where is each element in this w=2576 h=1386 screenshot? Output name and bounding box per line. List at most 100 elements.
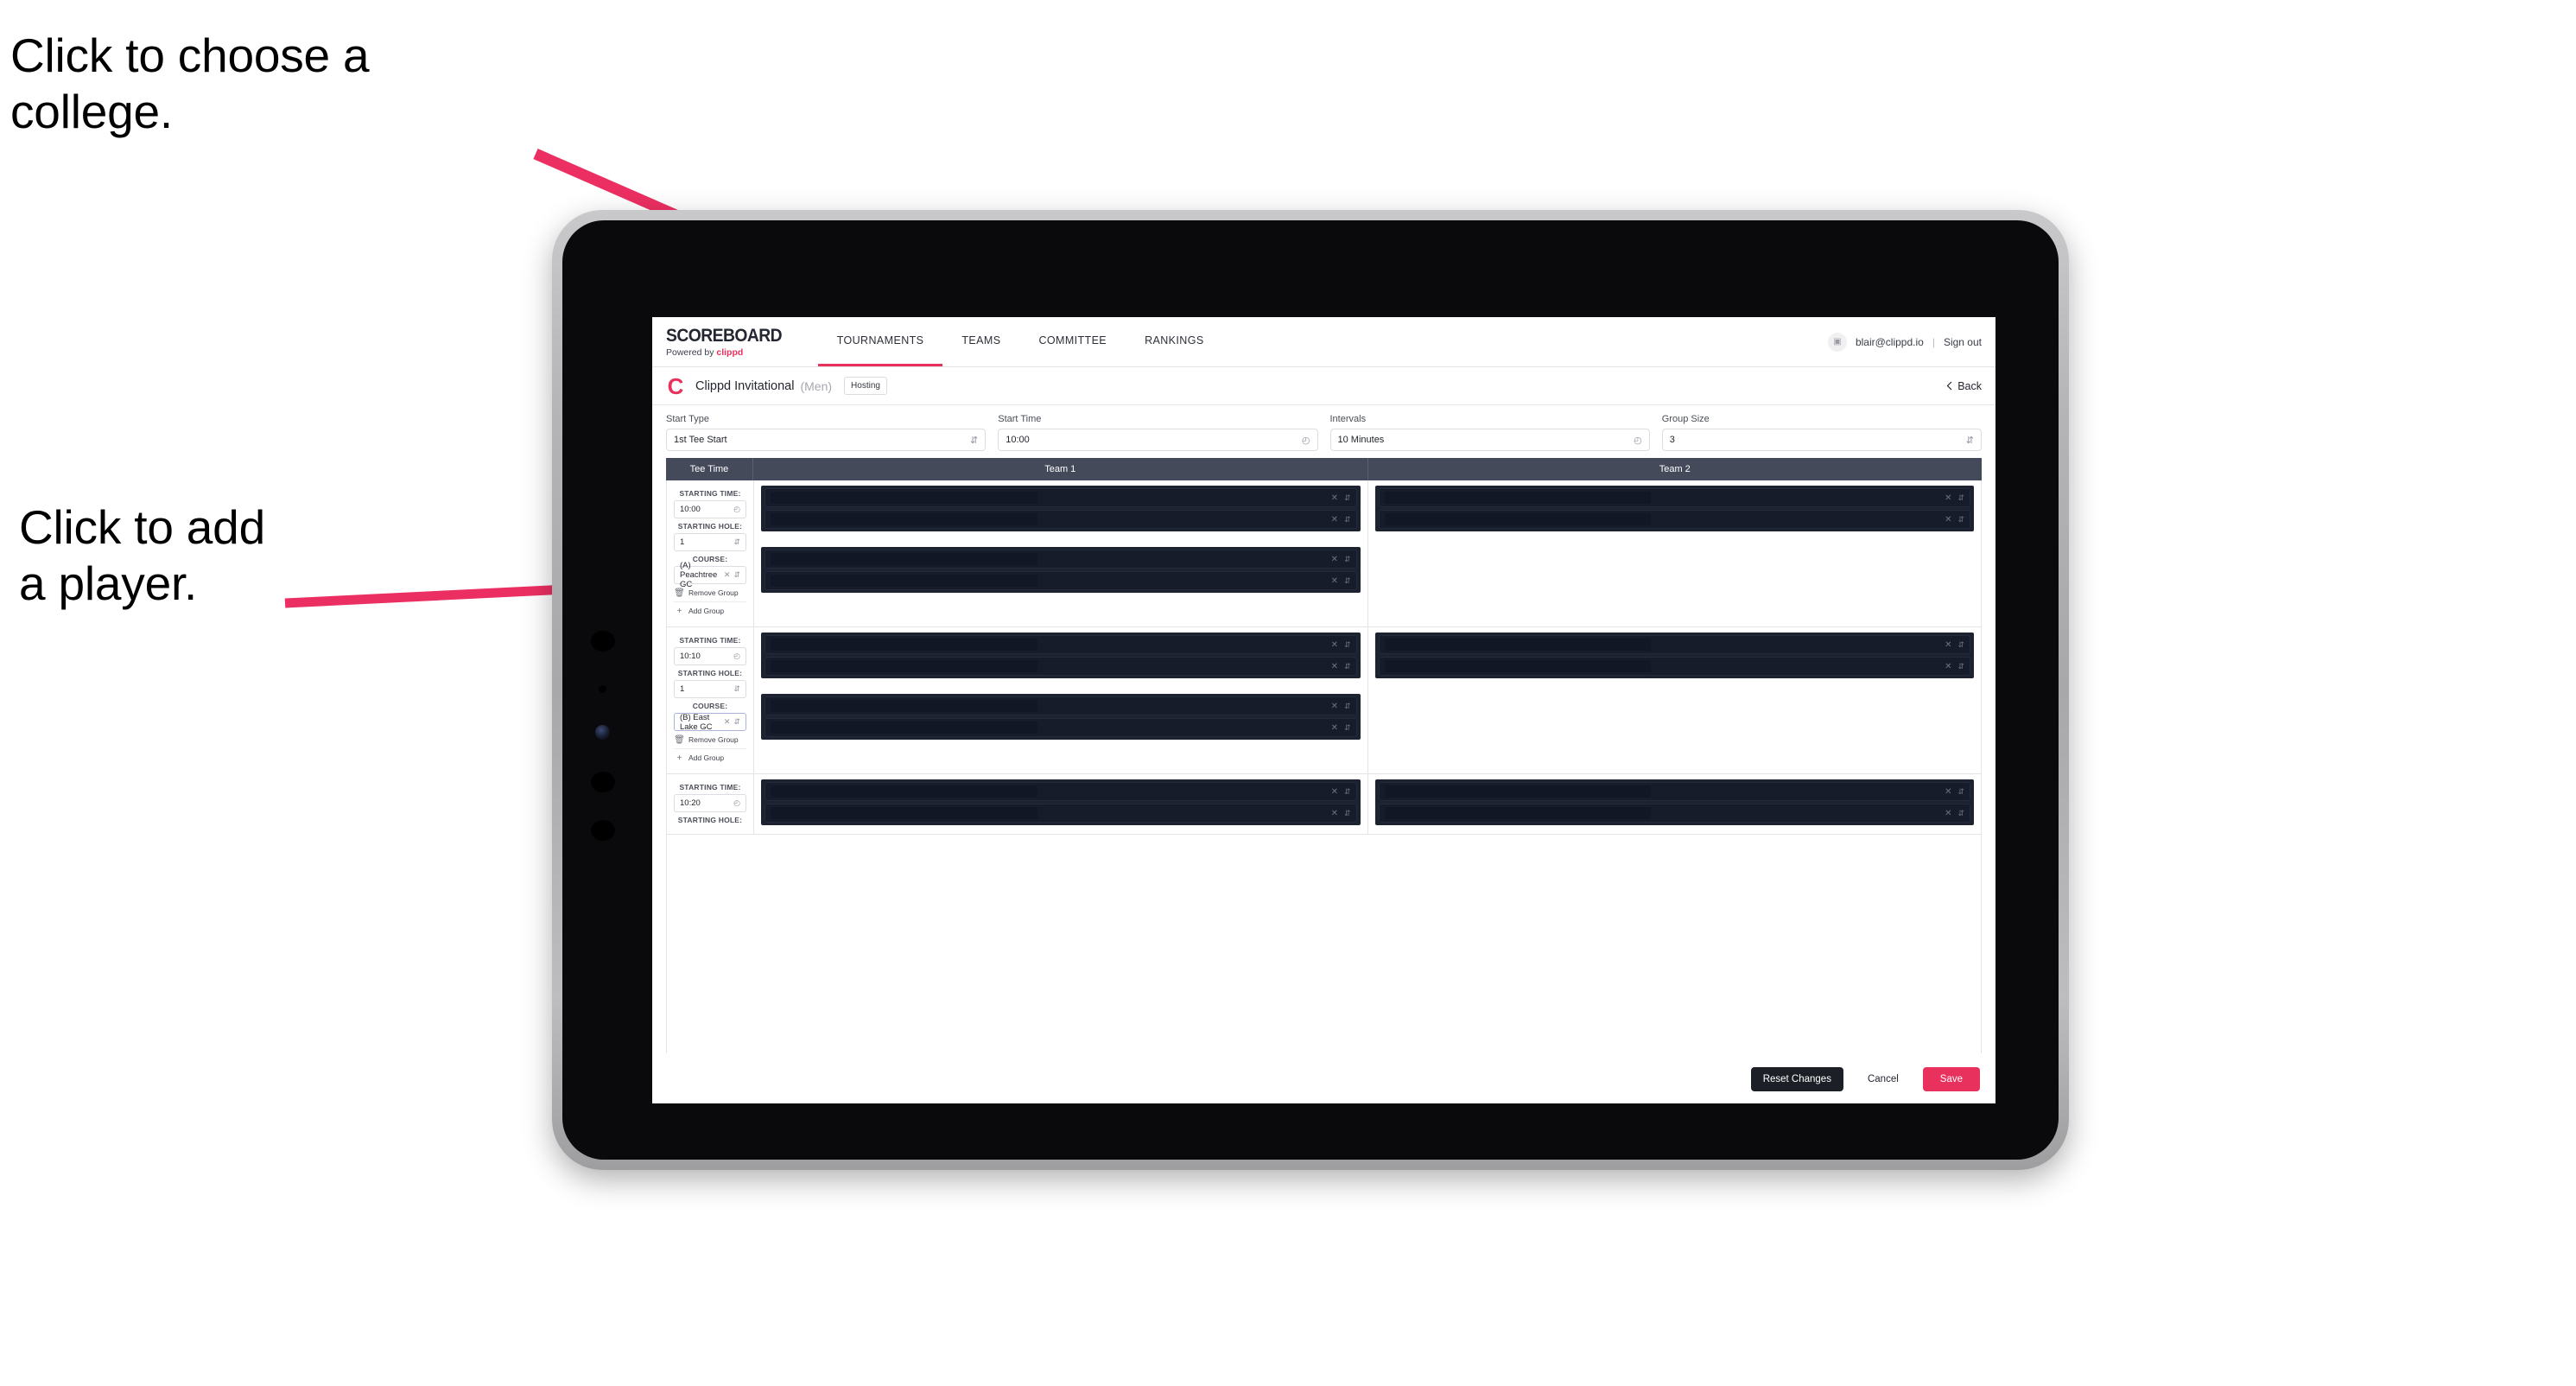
stepper-icon[interactable]: ⇵ <box>1957 493 1964 503</box>
clear-x-icon[interactable]: ✕ <box>1331 702 1338 711</box>
player-slot[interactable]: ✕ ⇵ <box>1378 510 1970 529</box>
player-group-block: ✕ ⇵ ✕ ⇵ <box>1374 486 1974 531</box>
brand-logo[interactable]: SCOREBOARD Powered by clippd <box>666 317 818 366</box>
clear-x-icon[interactable]: ✕ <box>1331 576 1338 586</box>
player-slot[interactable]: ✕ ⇵ <box>765 718 1357 737</box>
player-name-redacted <box>771 660 1037 672</box>
player-slot[interactable]: ✕ ⇵ <box>765 782 1357 801</box>
player-name-redacted <box>771 553 1037 565</box>
stepper-icon[interactable]: ⇵ <box>1966 435 1974 446</box>
action-footer: Reset Changes Cancel Save <box>652 1053 1995 1103</box>
nav-tab-committee[interactable]: COMMITTEE <box>1019 317 1126 366</box>
clear-x-icon[interactable]: ✕ <box>1331 640 1338 650</box>
player-slot[interactable]: ✕ ⇵ <box>765 488 1357 507</box>
brand-sub-accent: clippd <box>716 347 744 358</box>
clear-x-icon[interactable]: ✕ <box>1331 809 1338 818</box>
player-slot[interactable]: ✕ ⇵ <box>1378 635 1970 654</box>
nav-tab-teams[interactable]: TEAMS <box>942 317 1019 366</box>
stepper-icon[interactable]: ⇵ <box>1344 702 1351 711</box>
start-time-input[interactable]: 10:00 ◴ <box>998 429 1318 451</box>
clock-icon[interactable]: ◴ <box>733 798 740 808</box>
stepper-icon[interactable]: ⇵ <box>733 717 740 727</box>
user-avatar-icon[interactable]: ▣ <box>1827 332 1847 352</box>
clear-x-icon[interactable]: ✕ <box>1331 787 1338 797</box>
stepper-icon[interactable]: ⇵ <box>1957 809 1964 818</box>
intervals-input[interactable]: 10 Minutes ◴ <box>1329 429 1650 451</box>
player-slot[interactable]: ✕ ⇵ <box>1378 782 1970 801</box>
starting-hole-input[interactable]: 1 ⇵ <box>674 533 746 551</box>
add-group-button[interactable]: + Add Group <box>674 602 746 620</box>
clear-x-icon[interactable]: ✕ <box>724 570 731 580</box>
stepper-icon[interactable]: ⇵ <box>970 435 978 446</box>
reset-changes-button[interactable]: Reset Changes <box>1750 1066 1843 1091</box>
player-slot[interactable]: ✕ ⇵ <box>1378 804 1970 823</box>
stepper-icon[interactable]: ⇵ <box>1957 515 1964 525</box>
stepper-icon[interactable]: ⇵ <box>1344 555 1351 564</box>
player-slot[interactable]: ✕ ⇵ <box>1378 488 1970 507</box>
stepper-icon[interactable]: ⇵ <box>1957 787 1964 797</box>
player-slot[interactable]: ✕ ⇵ <box>765 635 1357 654</box>
clock-icon[interactable]: ◴ <box>1302 435 1310 446</box>
cancel-button[interactable]: Cancel <box>1856 1067 1911 1091</box>
player-slot[interactable]: ✕ ⇵ <box>765 550 1357 569</box>
nav-tab-tournaments[interactable]: TOURNAMENTS <box>817 317 943 366</box>
clear-x-icon[interactable]: ✕ <box>1945 515 1951 525</box>
course-select[interactable]: (B) East Lake GC ✕ ⇵ <box>674 713 746 732</box>
clock-icon[interactable]: ◴ <box>733 652 740 661</box>
start-type-select[interactable]: 1st Tee Start ⇵ <box>666 429 987 451</box>
clear-x-icon[interactable]: ✕ <box>1331 515 1338 525</box>
group-size-select[interactable]: 3 ⇵ <box>1661 429 1982 451</box>
stepper-icon[interactable]: ⇵ <box>1957 662 1964 671</box>
starting-hole-input[interactable]: 1 ⇵ <box>674 680 746 698</box>
starting-time-input[interactable]: 10:00 ◴ <box>674 500 746 518</box>
stepper-icon[interactable]: ⇵ <box>1344 809 1351 818</box>
starting-time-value: 10:20 <box>680 798 701 808</box>
player-slot[interactable]: ✕ ⇵ <box>765 804 1357 823</box>
field-value: 3 <box>1669 435 1675 445</box>
stepper-icon[interactable]: ⇵ <box>1344 662 1351 671</box>
clear-x-icon[interactable]: ✕ <box>1331 662 1338 671</box>
brand-sub-prefix: Powered by <box>666 347 717 358</box>
stepper-icon[interactable]: ⇵ <box>1344 640 1351 650</box>
stepper-icon[interactable]: ⇵ <box>733 684 740 694</box>
clear-x-icon[interactable]: ✕ <box>1331 493 1338 503</box>
sign-out-link[interactable]: Sign out <box>1944 336 1982 348</box>
clock-icon[interactable]: ◴ <box>733 505 740 514</box>
stepper-icon[interactable]: ⇵ <box>733 537 740 547</box>
scoreboard-app: SCOREBOARD Powered by clippd TOURNAMENTS… <box>652 317 1995 1103</box>
brand-subtitle: Powered by clippd <box>666 347 792 358</box>
starting-time-input[interactable]: 10:10 ◴ <box>674 647 746 665</box>
stepper-icon[interactable]: ⇵ <box>733 570 740 580</box>
back-link[interactable]: Back <box>1946 380 1982 392</box>
add-group-button[interactable]: + Add Group <box>674 749 746 766</box>
clear-x-icon[interactable]: ✕ <box>1331 555 1338 564</box>
clear-x-icon[interactable]: ✕ <box>1945 809 1951 818</box>
remove-group-button[interactable]: 🗑 Remove Group <box>674 731 746 749</box>
table-body: STARTING TIME: 10:00 ◴ STARTING HOLE: 1 ⇵ COUR… <box>666 480 1982 1053</box>
clear-x-icon[interactable]: ✕ <box>1945 493 1951 503</box>
clear-x-icon[interactable]: ✕ <box>1945 787 1951 797</box>
player-slot[interactable]: ✕ ⇵ <box>765 696 1357 715</box>
stepper-icon[interactable]: ⇵ <box>1344 576 1351 586</box>
stepper-icon[interactable]: ⇵ <box>1344 723 1351 733</box>
clear-x-icon[interactable]: ✕ <box>1331 723 1338 733</box>
nav-tab-rankings[interactable]: RANKINGS <box>1126 317 1223 366</box>
player-slot[interactable]: ✕ ⇵ <box>765 657 1357 676</box>
player-slot[interactable]: ✕ ⇵ <box>765 571 1357 590</box>
clear-x-icon[interactable]: ✕ <box>1945 640 1951 650</box>
starting-time-input[interactable]: 10:20 ◴ <box>674 794 746 812</box>
nav-tab-label: COMMITTEE <box>1038 334 1107 346</box>
player-group-block: ✕ ⇵ ✕ ⇵ <box>761 694 1361 740</box>
stepper-icon[interactable]: ⇵ <box>1344 787 1351 797</box>
stepper-icon[interactable]: ⇵ <box>1344 493 1351 503</box>
player-slot[interactable]: ✕ ⇵ <box>765 510 1357 529</box>
team-cell: ✕ ⇵ ✕ ⇵ ✕ ⇵ ✕ ⇵ <box>754 480 1368 626</box>
course-select[interactable]: (A) Peachtree GC ✕ ⇵ <box>674 561 746 589</box>
player-slot[interactable]: ✕ ⇵ <box>1378 657 1970 676</box>
stepper-icon[interactable]: ⇵ <box>1344 515 1351 525</box>
clear-x-icon[interactable]: ✕ <box>1945 662 1951 671</box>
save-button[interactable]: Save <box>1922 1066 1980 1091</box>
stepper-icon[interactable]: ⇵ <box>1957 640 1964 650</box>
clock-icon[interactable]: ◴ <box>1634 435 1642 446</box>
clear-x-icon[interactable]: ✕ <box>724 717 731 727</box>
